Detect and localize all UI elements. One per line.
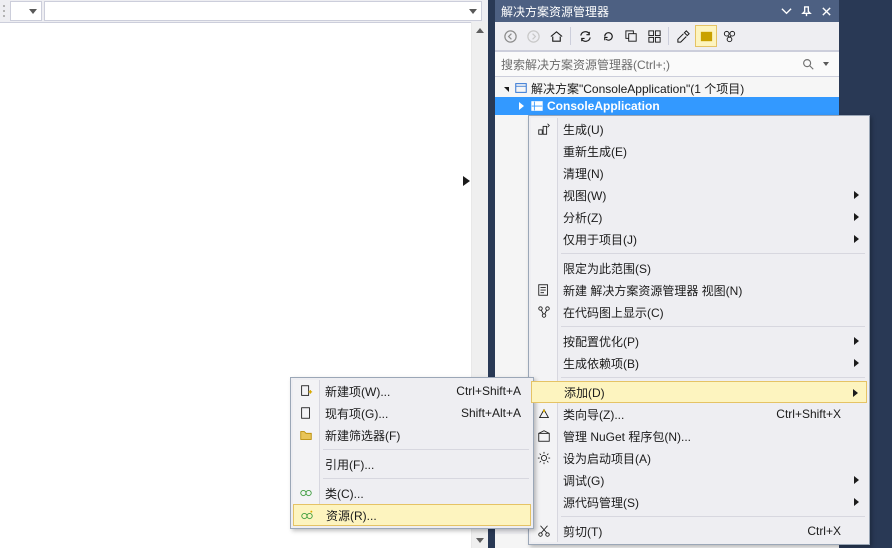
scissors-icon xyxy=(535,522,553,540)
submenu-class[interactable]: 类(C)... xyxy=(293,482,531,504)
menu-pgo[interactable]: 按配置优化(P) xyxy=(531,330,867,352)
menu-classwizard[interactable]: 类向导(Z)... Ctrl+Shift+X xyxy=(531,403,867,425)
folder-icon xyxy=(297,426,315,444)
solution-search[interactable]: 搜索解决方案资源管理器(Ctrl+;) xyxy=(495,51,839,77)
solution-tree: 解决方案"ConsoleApplication"(1 个项目) ConsoleA… xyxy=(495,77,839,115)
gear-icon xyxy=(535,449,553,467)
scroll-down[interactable] xyxy=(472,532,488,548)
show-all-button[interactable] xyxy=(643,25,665,47)
menu-codemap[interactable]: 在代码图上显示(C) xyxy=(531,301,867,323)
new-view-icon xyxy=(535,281,553,299)
forward-button[interactable] xyxy=(522,25,544,47)
tree-project-row[interactable]: ConsoleApplication xyxy=(495,97,839,115)
add-submenu: 新建项(W)... Ctrl+Shift+A 现有项(G)... Shift+A… xyxy=(290,377,534,529)
refresh-button[interactable] xyxy=(597,25,619,47)
expander-icon[interactable] xyxy=(515,100,527,112)
home-button[interactable] xyxy=(545,25,567,47)
submenu-new-filter[interactable]: 新建筛选器(F) xyxy=(293,424,531,446)
properties-button[interactable] xyxy=(672,25,694,47)
menu-add[interactable]: 添加(D) xyxy=(531,381,867,403)
view-class-button[interactable] xyxy=(718,25,740,47)
menu-scope[interactable]: 限定为此范围(S) xyxy=(531,257,867,279)
tree-solution-row[interactable]: 解决方案"ConsoleApplication"(1 个项目) xyxy=(495,79,839,97)
menu-clean[interactable]: 清理(N) xyxy=(531,162,867,184)
menu-new-solexp-view[interactable]: 新建 解决方案资源管理器 视图(N) xyxy=(531,279,867,301)
submenu-existing-item[interactable]: 现有项(G)... Shift+Alt+A xyxy=(293,402,531,424)
scroll-up[interactable] xyxy=(472,22,488,38)
tree-project-label: ConsoleApplication xyxy=(547,99,660,113)
scope-combo[interactable] xyxy=(10,1,42,21)
build-icon xyxy=(535,120,553,138)
solution-explorer-toolbar xyxy=(495,22,839,51)
submenu-new-item[interactable]: 新建项(W)... Ctrl+Shift+A xyxy=(293,380,531,402)
search-icon[interactable] xyxy=(799,55,817,73)
menu-sourcecontrol[interactable]: 源代码管理(S) xyxy=(531,491,867,513)
menu-startup[interactable]: 设为启动项目(A) xyxy=(531,447,867,469)
panel-title: 解决方案资源管理器 xyxy=(501,3,777,20)
back-button[interactable] xyxy=(499,25,521,47)
project-icon xyxy=(529,98,545,114)
tree-solution-label: 解决方案"ConsoleApplication"(1 个项目) xyxy=(531,80,744,97)
outline-collapse-icon[interactable] xyxy=(462,175,474,187)
menu-build[interactable]: 生成(U) xyxy=(531,118,867,140)
existing-item-icon xyxy=(297,404,315,422)
menu-debug[interactable]: 调试(G) xyxy=(531,469,867,491)
resource-icon xyxy=(298,507,316,525)
submenu-reference[interactable]: 引用(F)... xyxy=(293,453,531,475)
expander-icon[interactable] xyxy=(499,82,511,94)
menu-rebuild[interactable]: 重新生成(E) xyxy=(531,140,867,162)
menu-view[interactable]: 视图(W) xyxy=(531,184,867,206)
menu-project-only[interactable]: 仅用于项目(J) xyxy=(531,228,867,250)
solution-icon xyxy=(513,80,529,96)
submenu-resource[interactable]: 资源(R)... xyxy=(293,504,531,526)
panel-pin-button[interactable] xyxy=(797,2,815,20)
classwizard-icon xyxy=(535,405,553,423)
search-placeholder: 搜索解决方案资源管理器(Ctrl+;) xyxy=(501,56,799,73)
new-item-icon xyxy=(297,382,315,400)
panel-close-button[interactable] xyxy=(817,2,835,20)
class-icon xyxy=(297,484,315,502)
codemap-icon xyxy=(535,303,553,321)
menu-build-deps[interactable]: 生成依赖项(B) xyxy=(531,352,867,374)
project-context-menu: 生成(U) 重新生成(E) 清理(N) 视图(W) 分析(Z) 仅用于项目(J)… xyxy=(528,115,870,545)
menu-analyze[interactable]: 分析(Z) xyxy=(531,206,867,228)
search-dropdown[interactable] xyxy=(817,55,835,73)
menu-nuget[interactable]: 管理 NuGet 程序包(N)... xyxy=(531,425,867,447)
sync-button[interactable] xyxy=(574,25,596,47)
panel-titlebar[interactable]: 解决方案资源管理器 xyxy=(495,0,839,22)
collapse-all-button[interactable] xyxy=(620,25,642,47)
toolbar-grip[interactable] xyxy=(2,4,7,19)
panel-menu-button[interactable] xyxy=(777,2,795,20)
nuget-icon xyxy=(535,427,553,445)
editor-toolbar xyxy=(0,0,488,23)
menu-cut[interactable]: 剪切(T) Ctrl+X xyxy=(531,520,867,542)
preview-button[interactable] xyxy=(695,25,717,47)
member-combo[interactable] xyxy=(44,1,482,21)
